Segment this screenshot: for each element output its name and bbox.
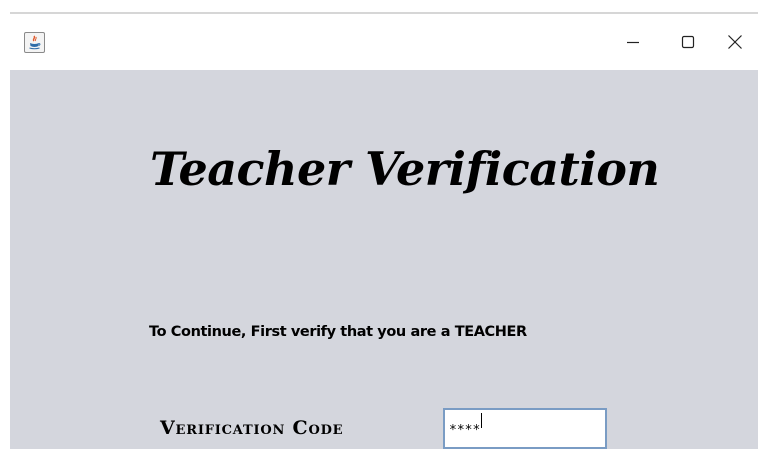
java-icon-glyph (29, 35, 41, 50)
verification-panel: Teacher Verification To Continue, First … (10, 70, 758, 449)
maximize-icon (681, 35, 695, 49)
close-icon (728, 35, 742, 49)
minimize-button[interactable] (610, 14, 656, 70)
java-icon[interactable] (24, 32, 45, 53)
minimize-icon (627, 41, 639, 44)
close-button[interactable] (712, 14, 758, 70)
maximize-button[interactable] (665, 14, 711, 70)
verification-code-field[interactable] (443, 408, 607, 449)
page-title: Teacher Verification (150, 142, 660, 196)
app-window: Teacher Verification To Continue, First … (0, 0, 758, 449)
title-bar[interactable] (0, 14, 758, 70)
text-caret (481, 413, 482, 428)
verification-code-label: Verification Code (160, 417, 344, 439)
window-top-edge (0, 0, 758, 14)
instruction-text: To Continue, First verify that you are a… (149, 324, 527, 340)
